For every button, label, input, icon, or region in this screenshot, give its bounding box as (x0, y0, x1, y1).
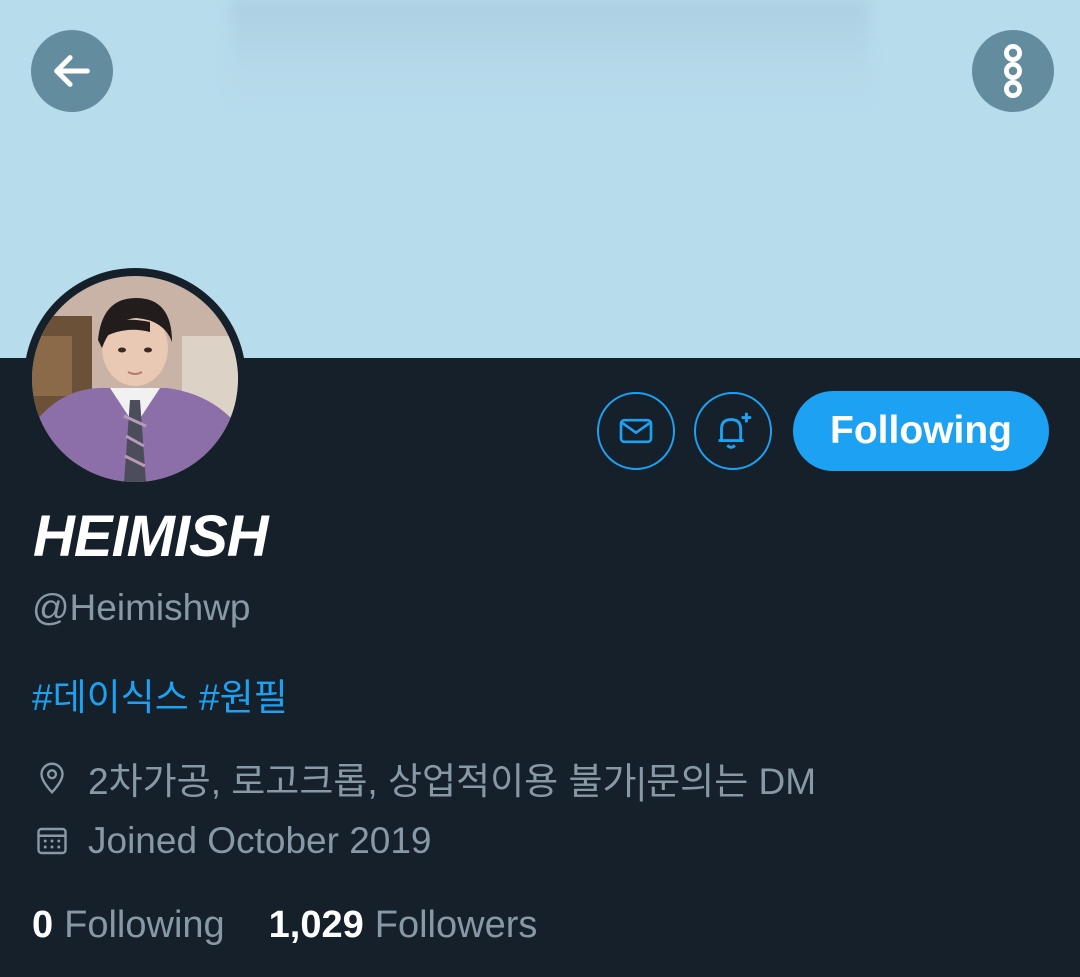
bell-plus-icon (718, 412, 752, 449)
followers-stat[interactable]: 1,029 Followers (269, 904, 538, 947)
mail-icon (619, 418, 653, 444)
followers-label: Followers (374, 904, 538, 946)
calendar-icon (32, 821, 72, 861)
following-label: Following (64, 904, 225, 946)
banner-image-detail (230, 0, 870, 110)
location-text: 2차가공, 로고크롭, 상업적이용 불가|문의는 DM (88, 761, 817, 802)
following-count: 0 (32, 904, 54, 946)
avatar-image (32, 276, 238, 482)
more-options-button[interactable] (972, 30, 1054, 112)
follow-stats: 0 Following 1,029 Followers (32, 904, 537, 947)
joined-date: Joined October 2019 (88, 820, 432, 861)
notifications-button[interactable] (694, 392, 772, 470)
location-row: 2차가공, 로고크롭, 상업적이용 불가|문의는 DM (32, 751, 816, 805)
following-stat[interactable]: 0 Following (32, 904, 225, 947)
back-button[interactable] (31, 30, 113, 112)
joined-row: Joined October 2019 (32, 820, 432, 862)
user-handle: @Heimishwp (32, 587, 251, 628)
message-button[interactable] (597, 392, 675, 470)
followers-count: 1,029 (268, 904, 364, 946)
display-name: HEIMISH (33, 504, 269, 569)
arrow-left-icon (54, 55, 90, 87)
bio: #데이식스 #원필 (32, 667, 288, 721)
avatar[interactable] (24, 268, 246, 490)
more-vertical-icon (1003, 44, 1022, 99)
location-pin-icon (32, 758, 72, 798)
hashtag-link[interactable]: #데이식스 (32, 677, 189, 718)
hashtag-link[interactable]: #원필 (199, 677, 288, 718)
following-button[interactable]: Following (793, 391, 1049, 471)
